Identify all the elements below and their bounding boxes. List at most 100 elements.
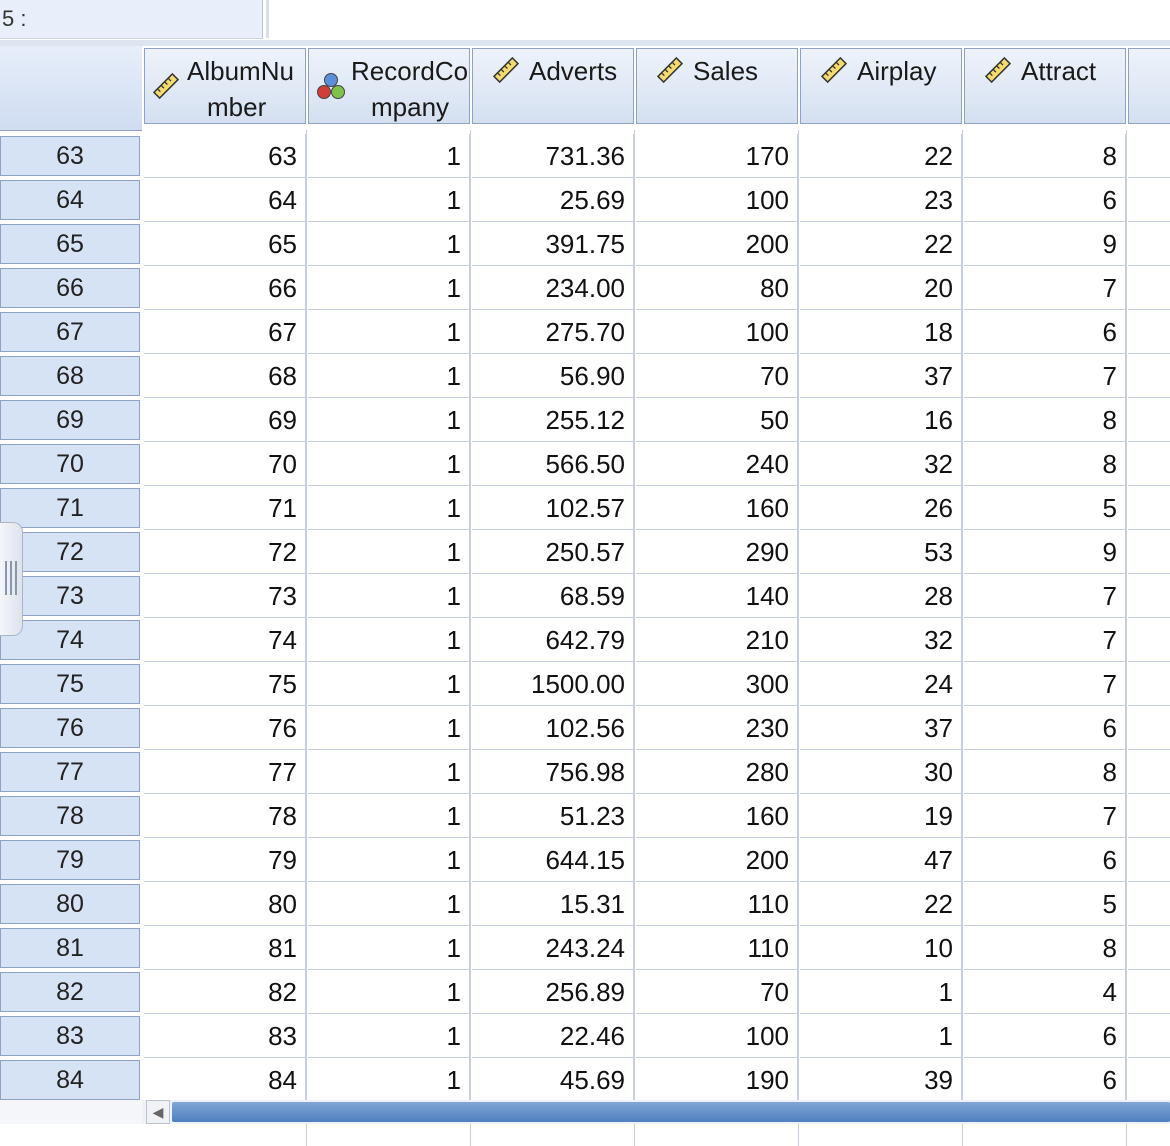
data-cell-albumnumber[interactable]: 84 (144, 1058, 306, 1102)
data-cell-airplay[interactable]: 37 (800, 706, 962, 750)
data-cell-adverts[interactable]: 642.79 (472, 618, 634, 662)
data-cell-partial[interactable] (1128, 266, 1170, 310)
cell-reference-box[interactable]: 5 : (0, 0, 263, 39)
data-cell-partial[interactable] (1128, 1058, 1170, 1102)
data-cell-attract[interactable]: 5 (964, 486, 1126, 530)
data-cell-recordcompany[interactable]: 1 (308, 662, 470, 706)
data-cell-partial[interactable] (1128, 442, 1170, 486)
data-cell-attract[interactable]: 8 (964, 750, 1126, 794)
data-cell-partial[interactable] (1128, 530, 1170, 574)
data-cell-recordcompany[interactable]: 1 (308, 398, 470, 442)
data-cell-adverts[interactable]: 22.46 (472, 1014, 634, 1058)
data-cell-airplay[interactable]: 32 (800, 618, 962, 662)
data-cell-albumnumber[interactable]: 67 (144, 310, 306, 354)
data-cell-airplay[interactable]: 26 (800, 486, 962, 530)
row-header[interactable]: 63 (0, 136, 140, 176)
data-cell-airplay[interactable]: 53 (800, 530, 962, 574)
data-cell-adverts[interactable]: 756.98 (472, 750, 634, 794)
data-cell-albumnumber[interactable]: 77 (144, 750, 306, 794)
data-cell-partial[interactable] (1128, 926, 1170, 970)
data-cell-sales[interactable]: 100 (636, 310, 798, 354)
data-cell-partial[interactable] (1128, 618, 1170, 662)
data-cell-sales[interactable]: 210 (636, 618, 798, 662)
data-cell-sales[interactable]: 160 (636, 486, 798, 530)
data-cell-albumnumber[interactable]: 69 (144, 398, 306, 442)
data-cell-airplay[interactable]: 18 (800, 310, 962, 354)
row-header[interactable]: 82 (0, 972, 140, 1012)
data-cell-attract[interactable]: 6 (964, 178, 1126, 222)
data-cell-partial[interactable] (1128, 794, 1170, 838)
data-cell-albumnumber[interactable]: 63 (144, 134, 306, 178)
data-cell-albumnumber[interactable]: 82 (144, 970, 306, 1014)
data-cell-albumnumber[interactable]: 75 (144, 662, 306, 706)
data-cell-albumnumber[interactable]: 64 (144, 178, 306, 222)
data-cell-sales[interactable]: 50 (636, 398, 798, 442)
data-cell-adverts[interactable]: 250.57 (472, 530, 634, 574)
data-cell-airplay[interactable]: 16 (800, 398, 962, 442)
scroll-thumb[interactable] (172, 1102, 1170, 1122)
data-cell-attract[interactable]: 6 (964, 838, 1126, 882)
data-cell-recordcompany[interactable]: 1 (308, 574, 470, 618)
data-cell-recordcompany[interactable]: 1 (308, 706, 470, 750)
data-cell-airplay[interactable]: 10 (800, 926, 962, 970)
data-cell-partial[interactable] (1128, 970, 1170, 1014)
row-header[interactable]: 70 (0, 444, 140, 484)
data-cell-recordcompany[interactable]: 1 (308, 838, 470, 882)
data-cell-airplay[interactable]: 1 (800, 1014, 962, 1058)
row-header[interactable]: 67 (0, 312, 140, 352)
data-cell-albumnumber[interactable]: 68 (144, 354, 306, 398)
data-cell-adverts[interactable]: 51.23 (472, 794, 634, 838)
data-cell-partial[interactable] (1128, 354, 1170, 398)
pane-splitter-handle[interactable] (0, 522, 23, 636)
data-cell-sales[interactable]: 110 (636, 882, 798, 926)
data-cell-sales[interactable]: 110 (636, 926, 798, 970)
data-cell-sales[interactable]: 100 (636, 1014, 798, 1058)
data-cell-recordcompany[interactable]: 1 (308, 354, 470, 398)
data-cell-sales[interactable]: 190 (636, 1058, 798, 1102)
data-cell-attract[interactable]: 4 (964, 970, 1126, 1014)
data-cell-adverts[interactable]: 275.70 (472, 310, 634, 354)
data-cell-adverts[interactable]: 243.24 (472, 926, 634, 970)
data-cell-attract[interactable]: 6 (964, 1058, 1126, 1102)
row-header[interactable]: 64 (0, 180, 140, 220)
data-cell-adverts[interactable]: 68.59 (472, 574, 634, 618)
data-cell-attract[interactable]: 6 (964, 706, 1126, 750)
data-cell-sales[interactable]: 70 (636, 970, 798, 1014)
row-header[interactable]: 69 (0, 400, 140, 440)
data-cell-adverts[interactable]: 102.56 (472, 706, 634, 750)
column-header-adverts[interactable]: Adverts (472, 48, 634, 124)
data-cell-airplay[interactable]: 24 (800, 662, 962, 706)
data-cell-airplay[interactable]: 28 (800, 574, 962, 618)
data-cell-recordcompany[interactable]: 1 (308, 222, 470, 266)
data-cell-airplay[interactable]: 19 (800, 794, 962, 838)
row-header[interactable]: 66 (0, 268, 140, 308)
data-cell-adverts[interactable]: 391.75 (472, 222, 634, 266)
row-header[interactable]: 76 (0, 708, 140, 748)
row-header[interactable]: 71 (0, 488, 140, 528)
data-cell-adverts[interactable]: 56.90 (472, 354, 634, 398)
data-cell-partial[interactable] (1128, 706, 1170, 750)
data-cell-attract[interactable]: 8 (964, 134, 1126, 178)
data-cell-recordcompany[interactable]: 1 (308, 178, 470, 222)
data-cell-adverts[interactable]: 1500.00 (472, 662, 634, 706)
data-cell-sales[interactable]: 200 (636, 838, 798, 882)
row-header[interactable]: 75 (0, 664, 140, 704)
data-cell-albumnumber[interactable]: 74 (144, 618, 306, 662)
data-cell-airplay[interactable]: 22 (800, 222, 962, 266)
row-header[interactable]: 68 (0, 356, 140, 396)
row-header[interactable]: 77 (0, 752, 140, 792)
row-header[interactable]: 84 (0, 1060, 140, 1100)
data-cell-partial[interactable] (1128, 134, 1170, 178)
data-cell-recordcompany[interactable]: 1 (308, 618, 470, 662)
data-cell-albumnumber[interactable]: 65 (144, 222, 306, 266)
data-cell-airplay[interactable]: 47 (800, 838, 962, 882)
data-cell-recordcompany[interactable]: 1 (308, 310, 470, 354)
data-cell-adverts[interactable]: 102.57 (472, 486, 634, 530)
data-cell-albumnumber[interactable]: 72 (144, 530, 306, 574)
data-cell-airplay[interactable]: 22 (800, 134, 962, 178)
data-cell-sales[interactable]: 290 (636, 530, 798, 574)
data-cell-albumnumber[interactable]: 73 (144, 574, 306, 618)
data-cell-attract[interactable]: 5 (964, 882, 1126, 926)
row-header[interactable]: 83 (0, 1016, 140, 1056)
column-header-sales[interactable]: Sales (636, 48, 798, 124)
